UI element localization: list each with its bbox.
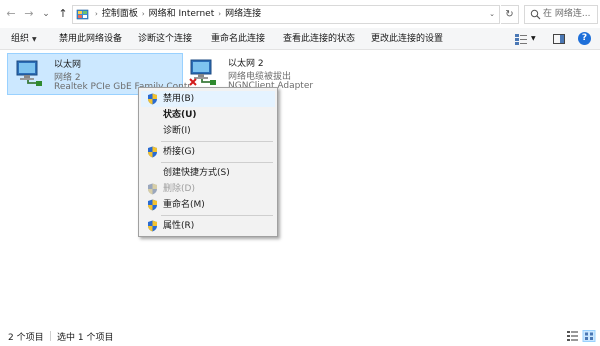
menu-item-properties[interactable]: 属性(R): [141, 218, 275, 234]
up-button[interactable]: ↑: [56, 6, 70, 22]
menu-separator: [161, 141, 273, 142]
change-view-icon[interactable]: [514, 32, 528, 46]
adapter-name: 以太网: [54, 60, 82, 70]
menu-item-disable[interactable]: 禁用(B): [141, 91, 275, 107]
menu-item-label: 属性(R): [163, 221, 195, 231]
menu-item-label: 桥接(G): [163, 147, 195, 157]
menu-item-label: 状态(U): [163, 110, 197, 120]
menu-separator: [161, 215, 273, 216]
breadcrumb-network-connections[interactable]: 网络连接: [225, 9, 261, 19]
item-count: 2 个项目: [8, 333, 44, 343]
help-icon[interactable]: ?: [578, 32, 591, 45]
uac-shield-icon: [148, 93, 157, 105]
view-status-button[interactable]: 查看此连接的状态: [283, 28, 355, 50]
diagnose-connection-button[interactable]: 诊断这个连接: [138, 28, 192, 50]
control-panel-icon: [76, 9, 89, 20]
uac-shield-icon: [148, 183, 157, 195]
details-view-icon[interactable]: [567, 331, 578, 341]
back-button[interactable]: ←: [4, 6, 18, 22]
breadcrumb-control-panel[interactable]: 控制面板: [102, 9, 138, 19]
recent-locations-button[interactable]: ⌄: [39, 6, 53, 22]
refresh-button[interactable]: ↻: [501, 5, 519, 24]
menu-item-status[interactable]: 状态(U): [141, 107, 275, 123]
uac-shield-icon: [148, 220, 157, 232]
adapter-name: 以太网 2: [228, 59, 264, 69]
menu-item-label: 重命名(M): [163, 200, 205, 210]
menu-item-create-shortcut[interactable]: 创建快捷方式(S): [141, 165, 275, 181]
connections-list: 以太网 网络 2 Realtek PCIe GbE Family Contr..…: [0, 51, 600, 326]
search-icon: [530, 9, 541, 20]
menu-item-bridge[interactable]: 桥接(G): [141, 144, 275, 160]
uac-shield-icon: [148, 199, 157, 211]
address-box[interactable]: › 控制面板 › 网络和 Internet › 网络连接 ⌄: [72, 5, 500, 24]
menu-item-label: 删除(D): [163, 184, 195, 194]
address-dropdown-icon[interactable]: ⌄: [489, 6, 495, 23]
breadcrumb-separator-icon[interactable]: ›: [218, 10, 221, 18]
rename-connection-button[interactable]: 重命名此连接: [211, 28, 265, 50]
preview-pane-icon[interactable]: [552, 32, 566, 46]
context-menu: 禁用(B) 状态(U) 诊断(I) 桥接(G) 创建快捷方式(S) 删除(D) …: [138, 87, 278, 237]
status-bar: 2 个项目 选中 1 个项目: [0, 326, 600, 346]
menu-separator: [161, 162, 273, 163]
menu-item-label: 创建快捷方式(S): [163, 168, 230, 178]
selected-count: 选中 1 个项目: [57, 333, 114, 343]
status-separator: [50, 331, 51, 341]
network-adapter-icon: [16, 60, 42, 86]
breadcrumb-separator-icon: ›: [95, 10, 98, 18]
forward-button[interactable]: →: [22, 6, 36, 22]
large-icons-view-icon[interactable]: [582, 330, 596, 342]
menu-item-delete: 删除(D): [141, 181, 275, 197]
disable-device-button[interactable]: 禁用此网络设备: [59, 28, 122, 50]
view-options-dropdown[interactable]: ▼: [531, 28, 536, 50]
view-mode-toggle: [567, 330, 596, 342]
breadcrumb-network-internet[interactable]: 网络和 Internet: [149, 9, 215, 19]
breadcrumb-separator-icon[interactable]: ›: [142, 10, 145, 18]
change-settings-button[interactable]: 更改此连接的设置: [371, 28, 443, 50]
command-toolbar: 组织 ▼ 禁用此网络设备 诊断这个连接 重命名此连接 查看此连接的状态 更改此连接…: [0, 28, 600, 50]
menu-item-rename[interactable]: 重命名(M): [141, 197, 275, 213]
breadcrumb: › 控制面板 › 网络和 Internet › 网络连接: [91, 6, 261, 23]
uac-shield-icon: [148, 146, 157, 158]
network-adapter-disconnected-icon: [189, 59, 216, 86]
menu-item-label: 禁用(B): [163, 94, 195, 104]
menu-item-diagnose[interactable]: 诊断(I): [141, 123, 275, 139]
address-bar-row: ← → ⌄ ↑ › 控制面板 › 网络和 Internet › 网络连接 ⌄ ↻ 在 网络…: [0, 0, 600, 28]
search-placeholder: 在 网络连...: [543, 9, 591, 19]
search-input[interactable]: 在 网络连...: [524, 5, 598, 24]
chevron-down-icon: ▼: [32, 36, 37, 43]
organize-label: 组织: [11, 34, 30, 44]
menu-item-label: 诊断(I): [163, 126, 191, 136]
organize-menu-button[interactable]: 组织 ▼: [11, 28, 37, 50]
